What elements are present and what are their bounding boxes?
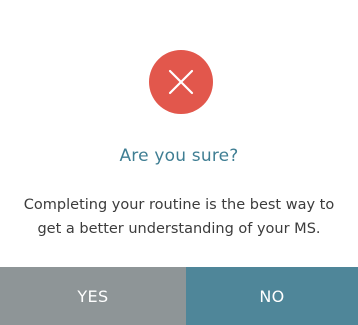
close-x-icon — [149, 50, 213, 114]
confirm-dialog: Are you sure? Completing your routine is… — [0, 0, 358, 325]
x-mark-icon — [168, 69, 194, 95]
dialog-message: Completing your routine is the best way … — [23, 197, 335, 237]
dialog-title: Are you sure? — [119, 146, 239, 166]
dialog-button-bar: YES NO — [0, 267, 358, 325]
yes-button[interactable]: YES — [0, 267, 186, 325]
no-button[interactable]: NO — [186, 267, 358, 325]
